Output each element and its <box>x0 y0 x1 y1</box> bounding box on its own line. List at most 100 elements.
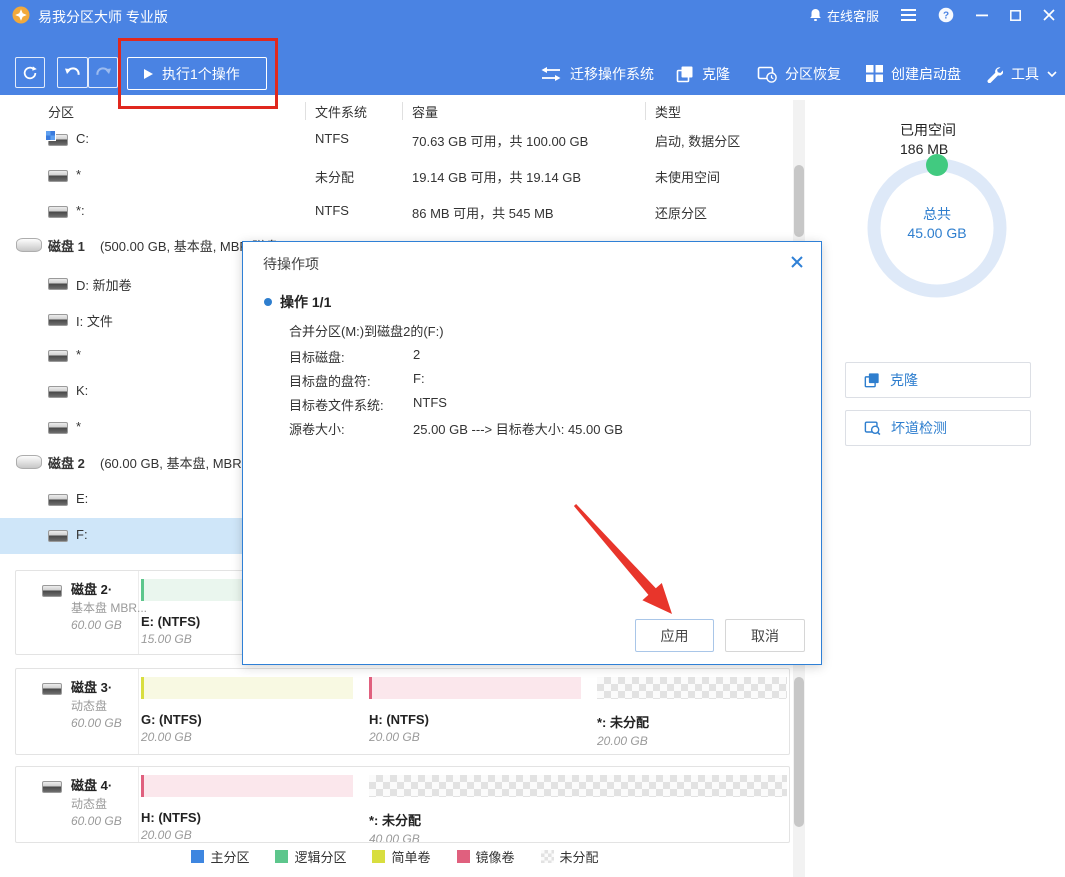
menu-button[interactable] <box>901 9 916 21</box>
hard-drive-icon <box>48 494 68 506</box>
partition-bar <box>369 775 787 797</box>
help-button[interactable]: ? <box>938 7 954 23</box>
partition-name: * <box>76 347 81 362</box>
legend-item: 镜像卷 <box>457 847 515 866</box>
partition-type: 未使用空间 <box>655 167 720 186</box>
clone-label: 克隆 <box>702 64 730 84</box>
clone-disk-label: 克隆 <box>890 370 918 390</box>
tools-menu-button[interactable]: 工具 <box>985 57 1057 90</box>
highlight-annotation-box <box>118 38 278 109</box>
pending-operations-dialog: 待操作项 操作 1/1 合并分区(M:)到磁盘2的(F:) 目标磁盘: 2 目标… <box>242 241 822 665</box>
disk-kind: 基本盘 MBR... <box>71 599 147 616</box>
scrollbar-thumb[interactable] <box>794 165 804 237</box>
cancel-button[interactable]: 取消 <box>725 619 805 652</box>
partition-name: K: <box>76 383 88 398</box>
partition-block[interactable]: H: (NTFS) 20.00 GB <box>369 677 581 748</box>
partition-label: H: (NTFS) <box>141 810 353 825</box>
partition-type: 启动, 数据分区 <box>655 131 740 150</box>
disk-name: 磁盘 2· <box>71 579 112 598</box>
hard-drive-icon <box>48 350 68 362</box>
disk-name: 磁盘 3· <box>71 677 112 696</box>
disk-size: 60.00 GB <box>71 814 122 828</box>
undo-button[interactable] <box>57 57 88 88</box>
partition-size: 20.00 GB <box>369 730 581 744</box>
field-value: F: <box>413 371 425 386</box>
hard-drive-icon <box>48 206 68 218</box>
partition-name: * <box>76 419 81 434</box>
partition-name: *: <box>76 203 85 218</box>
simple-volume-swatch <box>372 850 385 863</box>
online-service-button[interactable]: 在线客服 <box>809 6 879 25</box>
create-boot-disk-button[interactable]: 创建启动盘 <box>866 57 961 90</box>
partition-row[interactable]: C: NTFS 70.63 GB 可用，共 100.00 GB 启动, 数据分区 <box>0 122 790 158</box>
chevron-down-icon <box>1047 71 1057 77</box>
total-capacity-value: 45.00 GB <box>857 224 1017 243</box>
field-label: 目标卷文件系统: <box>289 395 384 414</box>
partition-filesystem: NTFS <box>315 131 349 146</box>
disk-name: 磁盘 1 <box>48 236 85 255</box>
legend-label: 镜像卷 <box>476 847 515 866</box>
operation-bullet-icon <box>264 298 272 306</box>
partition-row[interactable]: * 未分配 19.14 GB 可用，共 19.14 GB 未使用空间 <box>0 158 790 194</box>
minimize-button[interactable] <box>976 9 988 21</box>
disk-kind: 动态盘 <box>71 697 107 714</box>
migrate-os-button[interactable]: 迁移操作系统 <box>540 57 654 90</box>
partition-label: G: (NTFS) <box>141 712 353 727</box>
clone-button[interactable]: 克隆 <box>676 57 730 90</box>
redo-button[interactable] <box>88 57 118 88</box>
partition-name: C: <box>76 131 89 146</box>
partition-size: 40.00 GB <box>369 832 787 843</box>
partition-type-legend: 主分区 逻辑分区 简单卷 镜像卷 未分配 <box>0 845 790 867</box>
windows-badge-icon <box>46 131 55 140</box>
refresh-icon <box>22 65 38 81</box>
tools-label: 工具 <box>1011 64 1039 84</box>
clone-disk-button[interactable]: 克隆 <box>845 362 1031 398</box>
maximize-icon <box>1010 10 1021 21</box>
column-header-filesystem[interactable]: 文件系统 <box>315 102 367 121</box>
partition-bar <box>369 677 581 699</box>
bad-sector-icon <box>864 420 881 436</box>
partition-bar <box>141 677 353 699</box>
list-menu-icon <box>901 9 916 21</box>
app-logo-icon <box>12 6 30 24</box>
online-service-label: 在线客服 <box>827 6 879 25</box>
close-button[interactable] <box>1043 9 1055 21</box>
column-header-partition[interactable]: 分区 <box>48 102 74 121</box>
maximize-button[interactable] <box>1010 10 1021 21</box>
column-divider <box>402 102 403 120</box>
operation-description: 合并分区(M:)到磁盘2的(F:) <box>289 321 444 340</box>
column-header-type[interactable]: 类型 <box>655 102 681 121</box>
field-value: 25.00 GB ---> 目标卷大小: 45.00 GB <box>413 419 623 438</box>
column-header-capacity[interactable]: 容量 <box>412 102 438 121</box>
disk-card: 磁盘 4· 动态盘 60.00 GB H: (NTFS) 20.00 GB *:… <box>15 766 790 843</box>
field-value: 2 <box>413 347 420 362</box>
disk-info[interactable]: 磁盘 2· 基本盘 MBR... 60.00 GB <box>16 571 139 654</box>
hard-drive-icon <box>42 683 62 695</box>
partition-recovery-button[interactable]: 分区恢复 <box>757 57 841 90</box>
partition-row[interactable]: *: NTFS 86 MB 可用，共 545 MB 还原分区 <box>0 194 790 230</box>
partition-block[interactable]: H: (NTFS) 20.00 GB <box>141 775 353 843</box>
partition-recovery-icon <box>757 65 777 83</box>
disk-info[interactable]: 磁盘 4· 动态盘 60.00 GB <box>16 767 139 842</box>
legend-label: 未分配 <box>560 847 599 866</box>
disk-card: 磁盘 3· 动态盘 60.00 GB G: (NTFS) 20.00 GB H:… <box>15 668 790 755</box>
partition-label: *: 未分配 <box>597 712 787 731</box>
partition-block[interactable]: G: (NTFS) 20.00 GB <box>141 677 353 748</box>
partition-bar <box>141 775 353 797</box>
operation-title: 操作 1/1 <box>280 292 331 312</box>
app-window: 易我分区大师 专业版 在线客服 ? <box>0 0 1065 877</box>
clone-icon <box>676 65 694 83</box>
field-label: 源卷大小: <box>289 419 345 438</box>
partition-block[interactable]: *: 未分配 40.00 GB <box>369 775 787 843</box>
refresh-button[interactable] <box>15 57 45 88</box>
partition-name: F: <box>76 527 88 542</box>
scrollbar-thumb[interactable] <box>794 677 804 827</box>
dialog-close-icon[interactable] <box>789 254 805 270</box>
disk-info[interactable]: 磁盘 3· 动态盘 60.00 GB <box>16 669 139 754</box>
bad-sector-test-button[interactable]: 坏道检测 <box>845 410 1031 446</box>
partition-block[interactable]: *: 未分配 20.00 GB <box>597 677 787 748</box>
hard-drive-icon <box>48 170 68 182</box>
disk-kind: 动态盘 <box>71 795 107 812</box>
annotation-arrow <box>550 490 700 630</box>
legend-item: 逻辑分区 <box>275 847 346 866</box>
